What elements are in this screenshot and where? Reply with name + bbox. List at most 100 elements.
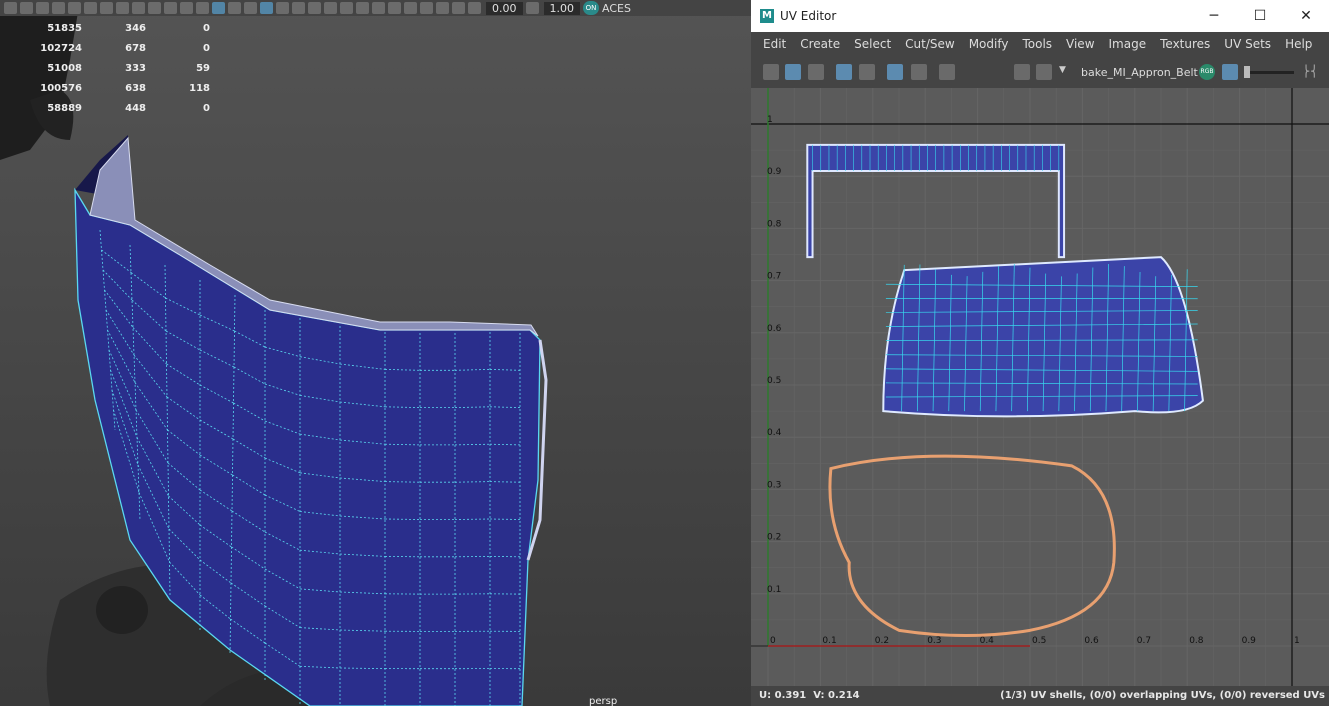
hud-row: 51835 346 0 <box>0 18 210 38</box>
uv-grid[interactable]: 1 0.9 0.8 0.7 0.6 0.5 0.4 0.3 0.2 0.1 0 0.1 0.2 0.3 0.… <box>751 88 1329 686</box>
v-tick-label: 0.5 <box>767 376 781 386</box>
hud-value: 51008 <box>47 62 82 74</box>
hud-row: 102724 678 0 <box>0 38 210 58</box>
wireframe-on-shaded-icon[interactable] <box>228 2 241 14</box>
menu-cut-sew[interactable]: Cut/Sew <box>905 37 955 51</box>
camera-attributes-icon[interactable] <box>388 2 401 14</box>
checker-tile-icon[interactable] <box>1036 64 1052 80</box>
image-view-icon[interactable] <box>1222 64 1238 80</box>
xray-icon[interactable] <box>340 2 353 14</box>
v-tick-label: 0.3 <box>767 480 781 490</box>
exposure-slider[interactable] <box>1244 66 1294 78</box>
title-bar[interactable]: M UV Editor ─ ☐ ✕ <box>751 0 1329 32</box>
grid-icon[interactable] <box>84 2 97 14</box>
shadows-icon[interactable] <box>276 2 289 14</box>
exposure-icon[interactable] <box>468 2 481 14</box>
color-space-label[interactable]: ACES <box>602 2 631 15</box>
v-value: 0.214 <box>828 690 860 701</box>
panel-toggle-icon[interactable]: ⎬⎨ <box>1302 65 1319 78</box>
gamma-icon[interactable] <box>525 2 539 14</box>
antialias-icon[interactable] <box>324 2 337 14</box>
two-d-pan-icon[interactable] <box>436 2 449 14</box>
slider-thumb[interactable] <box>1244 66 1250 78</box>
v-label: V: <box>813 690 825 701</box>
shaded-uv-icon[interactable] <box>836 64 852 80</box>
hud-value: 59 <box>196 62 210 74</box>
uv-canvas[interactable]: 1 0.9 0.8 0.7 0.6 0.5 0.4 0.3 0.2 0.1 0 0.1 0.2 0.3 0.… <box>751 88 1329 686</box>
xray-joints-icon[interactable] <box>356 2 369 14</box>
u-tick-label: 0.2 <box>875 636 889 646</box>
paint-icon[interactable] <box>36 2 49 14</box>
v-tick-label: 1 <box>767 115 773 125</box>
u-tick-label: 0.3 <box>927 636 941 646</box>
maximize-button[interactable]: ☐ <box>1237 0 1283 32</box>
textured-icon[interactable] <box>244 2 257 14</box>
menu-edit[interactable]: Edit <box>763 37 786 51</box>
hud-value: 51835 <box>47 22 82 34</box>
menu-view[interactable]: View <box>1066 37 1094 51</box>
grease-pencil-icon[interactable] <box>452 2 465 14</box>
distortion-shader-icon[interactable] <box>785 64 801 80</box>
uv-toolbar: ▼ bake_MI_Appron_Belt RGB ⎬⎨ <box>751 56 1329 88</box>
menu-select[interactable]: Select <box>854 37 891 51</box>
wireframe-icon[interactable] <box>196 2 209 14</box>
hud-value: 102724 <box>40 42 82 54</box>
camera-icon[interactable] <box>68 2 81 14</box>
isolate-icon[interactable] <box>372 2 385 14</box>
checker-icon[interactable] <box>808 64 824 80</box>
menu-uv-sets[interactable]: UV Sets <box>1224 37 1271 51</box>
v-tick-label: 0.1 <box>767 585 781 595</box>
resolution-gate-icon[interactable] <box>116 2 129 14</box>
film-gate-icon[interactable] <box>100 2 113 14</box>
image-display-icon[interactable] <box>1014 64 1030 80</box>
toggle-on-label: ON <box>585 4 597 12</box>
menu-modify[interactable]: Modify <box>969 37 1009 51</box>
minimize-button[interactable]: ─ <box>1191 0 1237 32</box>
wire-edge <box>454 518 491 520</box>
menu-tools[interactable]: Tools <box>1022 37 1052 51</box>
hud-value: 346 <box>125 22 146 34</box>
gate-mask-icon[interactable] <box>132 2 145 14</box>
hud-value: 58889 <box>47 102 82 114</box>
image-plane-icon[interactable] <box>420 2 433 14</box>
texture-borders-icon[interactable] <box>859 64 875 80</box>
select-tool-icon[interactable] <box>4 2 17 14</box>
safe-title-icon[interactable] <box>180 2 193 14</box>
grid-toggle-icon[interactable] <box>887 64 903 80</box>
color-management-toggle-icon[interactable]: ON <box>583 1 599 15</box>
u-tick-label: 0.5 <box>1032 636 1046 646</box>
texture-name[interactable]: bake_MI_Appron_Belt <box>1081 66 1198 79</box>
bookmark-icon[interactable] <box>404 2 417 14</box>
heads-up-display: 51835 346 0 102724 678 0 51008 333 59 100576 638 11… <box>0 18 210 118</box>
field-chart-icon[interactable] <box>148 2 161 14</box>
safe-action-icon[interactable] <box>164 2 177 14</box>
texture-dropdown-icon[interactable]: ▼ <box>1059 65 1066 75</box>
lasso-icon[interactable] <box>20 2 33 14</box>
menu-bar: Edit Create Select Cut/Sew Modify Tools View Im… <box>751 32 1329 56</box>
snapshot-icon[interactable] <box>939 64 955 80</box>
motion-blur-icon[interactable] <box>308 2 321 14</box>
exposure-field[interactable]: 0.00 <box>486 1 523 15</box>
v-tick-label: 0.4 <box>767 428 782 438</box>
gamma-field[interactable]: 1.00 <box>543 1 580 15</box>
close-button[interactable]: ✕ <box>1283 0 1329 32</box>
smooth-shade-icon[interactable] <box>212 2 225 14</box>
ambient-occlusion-icon[interactable] <box>292 2 305 14</box>
menu-textures[interactable]: Textures <box>1160 37 1210 51</box>
menu-create[interactable]: Create <box>800 37 840 51</box>
menu-image[interactable]: Image <box>1109 37 1147 51</box>
lights-icon[interactable] <box>260 2 273 14</box>
hud-row: 58889 448 0 <box>0 98 210 118</box>
uv-toolkit-icon[interactable] <box>763 64 779 80</box>
bolt-shape <box>96 586 148 634</box>
3d-viewport[interactable]: 0.00 1.00 ON ACES 51835 346 0 102724 678 0 510… <box>0 0 751 706</box>
hud-value: 0 <box>203 42 210 54</box>
u-value: 0.391 <box>774 690 807 701</box>
u-tick-label: 1 <box>1294 636 1300 646</box>
move-icon[interactable] <box>52 2 65 14</box>
menu-help[interactable]: Help <box>1285 37 1312 51</box>
uv-editor-window: M UV Editor ─ ☐ ✕ Edit Create Select Cut/Se… <box>751 0 1329 706</box>
rgb-channel-icon[interactable]: RGB <box>1199 64 1215 80</box>
snap-icon[interactable] <box>911 64 927 80</box>
hud-value: 333 <box>125 62 146 74</box>
